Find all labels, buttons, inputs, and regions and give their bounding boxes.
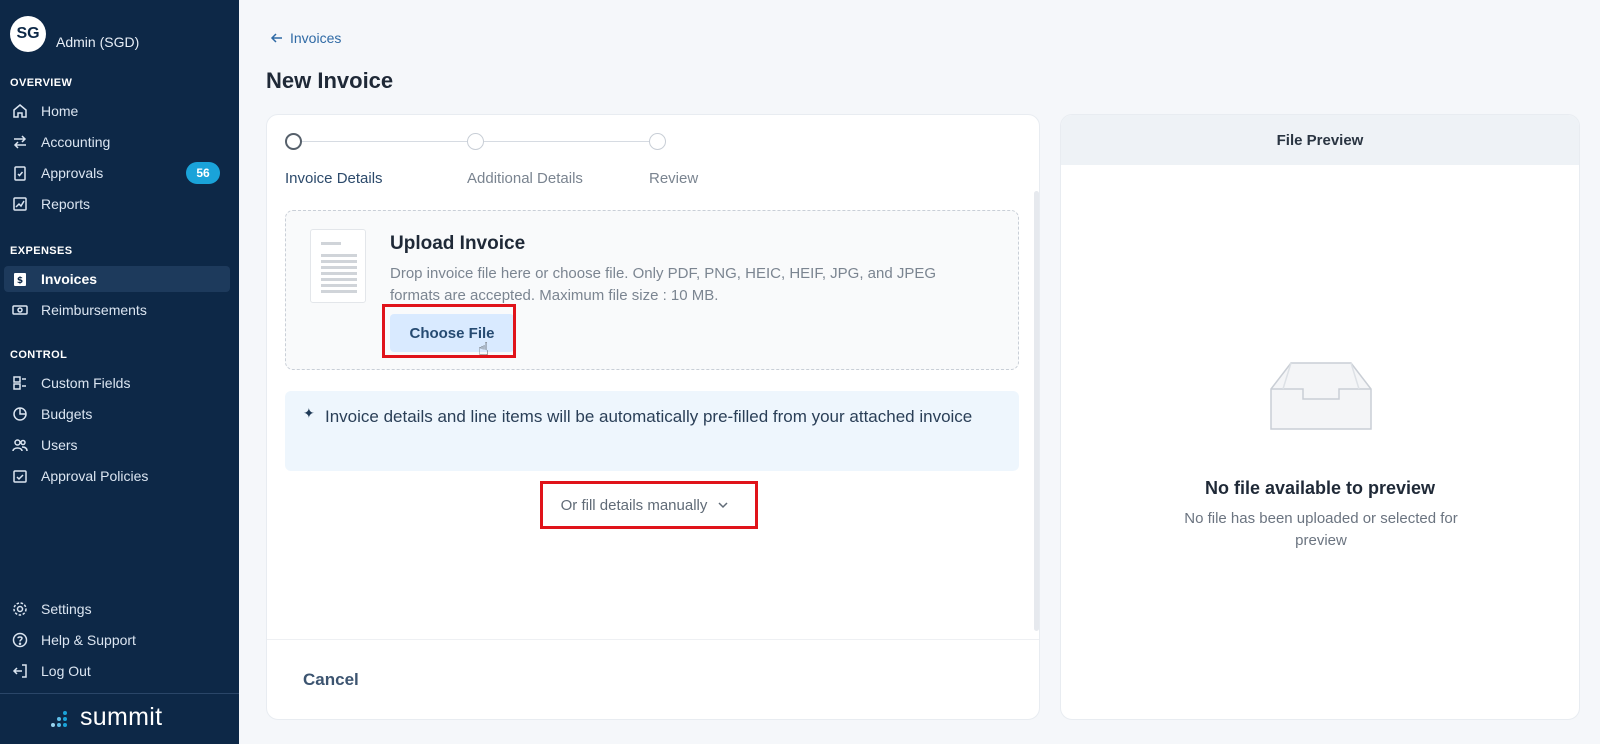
sidebar-item-custom-fields[interactable]: Custom Fields <box>4 370 230 396</box>
sidebar-item-label: Approvals <box>41 165 104 181</box>
sidebar-item-label: Invoices <box>41 271 98 287</box>
sidebar-item-users[interactable]: Users <box>4 432 230 458</box>
banknote-icon <box>11 301 29 319</box>
section-title-overview: OVERVIEW <box>10 77 73 89</box>
sidebar-item-help[interactable]: Help & Support <box>4 627 230 653</box>
sidebar-item-label: Custom Fields <box>41 375 131 391</box>
step-indicator-1 <box>285 133 302 150</box>
clipboard-check-icon <box>11 164 29 182</box>
choose-file-button[interactable]: Choose File <box>390 314 514 352</box>
gear-icon <box>11 600 29 618</box>
step-label-invoice-details[interactable]: Invoice Details <box>285 170 383 187</box>
arrow-left-icon <box>270 33 282 43</box>
sidebar-item-label: Reimbursements <box>41 302 147 318</box>
file-preview-header: File Preview <box>1061 115 1579 165</box>
back-link-label: Invoices <box>290 30 342 46</box>
step-label-additional-details[interactable]: Additional Details <box>467 170 583 187</box>
brand-logo: summit <box>50 703 162 732</box>
step-indicator-3 <box>649 133 666 150</box>
sidebar-item-label: Budgets <box>41 406 93 422</box>
pie-chart-icon <box>11 405 29 423</box>
sidebar-item-label: Help & Support <box>41 632 136 648</box>
summit-logo-icon <box>51 710 67 727</box>
chart-line-icon <box>11 195 29 213</box>
sparkle-icon: ✦ <box>303 405 315 421</box>
sidebar-item-logout[interactable]: Log Out <box>4 658 230 684</box>
autofill-info-banner: ✦ Invoice details and line items will be… <box>285 391 1019 471</box>
section-title-expenses: EXPENSES <box>10 245 73 257</box>
sidebar-item-label: Approval Policies <box>41 468 149 484</box>
scrollbar[interactable] <box>1034 191 1039 631</box>
step-connector <box>302 141 467 142</box>
footer-divider <box>267 639 1039 640</box>
step-label-review[interactable]: Review <box>649 170 698 187</box>
sidebar: SG Admin (SGD) OVERVIEW Home Accounting … <box>0 0 239 744</box>
upload-dropzone[interactable]: Upload Invoice Drop invoice file here or… <box>285 210 1019 370</box>
step-indicator-2 <box>467 133 484 150</box>
sidebar-item-label: Log Out <box>41 663 91 679</box>
sidebar-divider <box>0 693 239 694</box>
users-icon <box>11 436 29 454</box>
home-icon <box>11 102 29 120</box>
back-link[interactable]: Invoices <box>270 30 341 46</box>
logout-icon <box>11 662 29 680</box>
cancel-button[interactable]: Cancel <box>303 670 359 690</box>
sidebar-item-label: Accounting <box>41 134 111 150</box>
sidebar-item-accounting[interactable]: Accounting <box>4 129 230 155</box>
swap-arrows-icon <box>11 133 29 151</box>
sidebar-item-reports[interactable]: Reports <box>4 191 230 217</box>
sidebar-item-invoices[interactable]: $ Invoices <box>4 266 230 292</box>
question-circle-icon <box>11 631 29 649</box>
invoice-form-card: Invoice Details Additional Details Revie… <box>266 114 1040 720</box>
sidebar-item-approval-policies[interactable]: Approval Policies <box>4 463 230 489</box>
upload-title: Upload Invoice <box>390 233 526 254</box>
profile[interactable]: SG Admin (SGD) <box>10 16 139 52</box>
sidebar-item-approvals[interactable]: Approvals 56 <box>4 160 230 186</box>
sidebar-item-home[interactable]: Home <box>4 98 230 124</box>
fill-manually-label: Or fill details manually <box>560 496 708 514</box>
sidebar-item-budgets[interactable]: Budgets <box>4 401 230 427</box>
chevron-down-icon <box>718 502 728 509</box>
sidebar-item-settings[interactable]: Settings <box>4 596 230 622</box>
section-title-control: CONTROL <box>10 349 68 361</box>
sidebar-item-reimbursements[interactable]: Reimbursements <box>4 297 230 323</box>
invoice-dollar-icon: $ <box>11 270 29 288</box>
avatar[interactable]: SG <box>10 16 46 52</box>
policy-check-icon <box>11 467 29 485</box>
svg-text:$: $ <box>17 276 23 286</box>
stepper: Invoice Details Additional Details Revie… <box>285 133 705 187</box>
file-preview-panel: File Preview No file available to previe… <box>1060 114 1580 720</box>
profile-name[interactable]: Admin (SGD) <box>56 34 139 50</box>
empty-state-title: No file available to preview <box>1204 478 1436 498</box>
approvals-count-badge: 56 <box>186 162 220 184</box>
inbox-tray-icon <box>1270 362 1372 430</box>
page-title: New Invoice <box>266 68 394 93</box>
document-placeholder-icon <box>310 229 366 303</box>
sidebar-item-label: Home <box>41 103 79 119</box>
hand-cursor-icon: ☝ <box>478 339 489 359</box>
autofill-info-text: Invoice details and line items will be a… <box>325 407 973 426</box>
fill-manually-toggle[interactable]: Or fill details manually <box>542 483 748 527</box>
upload-description: Drop invoice file here or choose file. O… <box>390 265 937 304</box>
sidebar-item-label: Reports <box>41 196 91 212</box>
sidebar-item-label: Users <box>41 437 78 453</box>
brand-name: summit <box>80 703 163 731</box>
empty-state-description: No file has been uploaded or selected fo… <box>1184 510 1458 549</box>
sidebar-item-label: Settings <box>41 601 92 617</box>
step-connector <box>484 141 649 142</box>
form-fields-icon <box>11 374 29 392</box>
